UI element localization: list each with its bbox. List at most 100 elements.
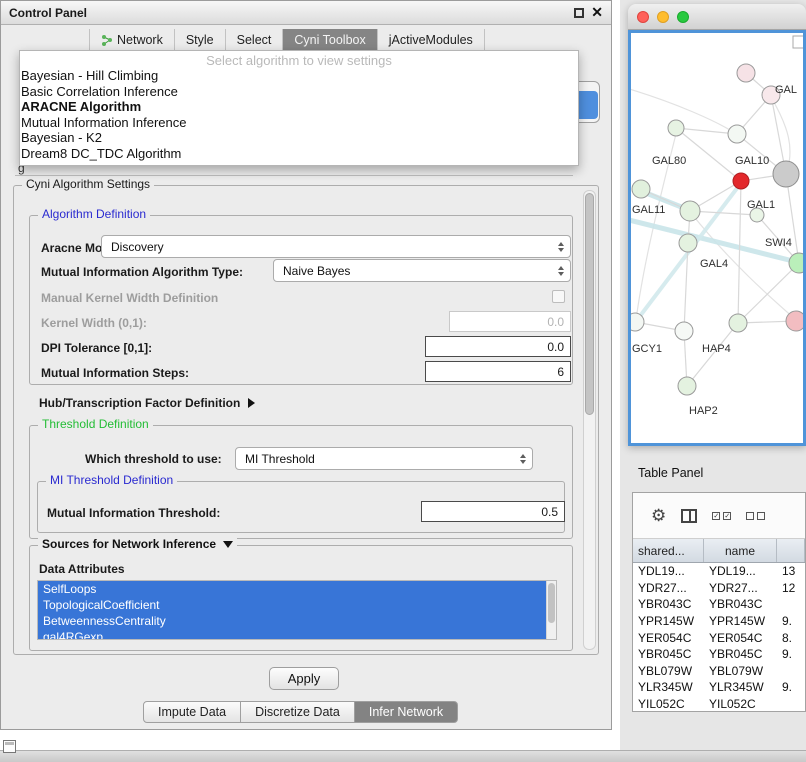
floating-window-icon[interactable] [3,740,16,753]
network-tab-icon [101,34,113,46]
combo-stepper-icon [558,242,564,252]
network-node-label: GAL4 [700,258,728,270]
mi-type-combo[interactable]: Naive Bayes [273,259,571,282]
network-node-label: SWI4 [765,237,792,249]
combo-stepper-icon [558,266,564,276]
network-node[interactable] [786,311,803,331]
algorithm-popup-item[interactable]: Mutual Information Inference [20,115,578,131]
network-node[interactable] [632,180,650,198]
data-attributes-list[interactable]: SelfLoops TopologicalCoefficient Between… [37,580,557,640]
zoom-traffic-light[interactable] [677,11,689,23]
table-row[interactable]: YER054CYER054C8. [633,629,805,646]
which-threshold-label: Which threshold to use: [85,452,222,466]
settings-scrollbar-thumb[interactable] [585,193,594,415]
mi-threshold-value: 0.5 [541,505,558,519]
float-window-icon[interactable] [574,8,584,18]
network-node[interactable] [729,314,747,332]
network-node[interactable] [680,201,700,221]
algorithm-popup-placeholder: Select algorithm to view settings [20,53,578,68]
deselect-all-icon[interactable] [746,512,765,520]
table-body: YDL19...YDL19...13 YDR27...YDR27...12 YB… [633,563,805,712]
table-row[interactable]: YDR27...YDR27...12 [633,580,805,597]
select-all-icon[interactable]: ✓✓ [712,512,731,520]
apply-button[interactable]: Apply [269,667,339,690]
network-node[interactable] [631,313,644,331]
dpi-tolerance-value: 0.0 [547,340,564,354]
table-row[interactable]: YBR043CYBR043C [633,596,805,613]
list-scrollbar[interactable] [546,581,556,639]
network-node[interactable] [773,161,799,187]
table-row[interactable]: YBR045CYBR045C9. [633,646,805,663]
settings-scrollbar[interactable] [583,190,596,650]
manual-kernel-checkbox[interactable] [552,290,565,303]
gear-icon[interactable]: ⚙ [651,507,666,524]
algorithm-dropdown-popup: Select algorithm to view settings Bayesi… [19,50,579,166]
control-panel-window: Control Panel ✕ Network Style Select Cyn… [0,0,612,730]
algorithm-popup-item[interactable]: Basic Correlation Inference [20,84,578,100]
network-node[interactable] [728,125,746,143]
algorithm-popup-item[interactable]: ARACNE Algorithm [20,99,578,115]
mi-threshold-field[interactable]: 0.5 [421,501,565,522]
bottom-tab-infer-network[interactable]: Infer Network [354,701,458,723]
close-traffic-light[interactable] [637,11,649,23]
aracne-mode-combo[interactable]: Discovery [101,235,571,258]
bottom-tab-impute-data[interactable]: Impute Data [143,701,241,723]
network-node[interactable] [679,234,697,252]
collapse-arrow-icon [223,541,233,548]
network-node-label: GAL11 [632,204,665,216]
dpi-tolerance-field[interactable]: 0.0 [425,336,571,357]
algorithm-popup-item[interactable]: Bayesian - Hill Climbing [20,68,578,84]
network-node-label: GCY1 [632,343,662,355]
list-item[interactable]: SelfLoops [38,581,546,597]
tab-label: Style [186,29,214,51]
close-icon[interactable]: ✕ [591,4,603,21]
network-node-label: GAL80 [652,155,686,167]
columns-icon[interactable] [681,509,697,523]
mi-type-label: Mutual Information Algorithm Type: [41,265,243,279]
obscured-groupbox-edge [15,175,573,176]
table-row[interactable]: YLR345WYLR345W9. [633,679,805,696]
cyni-bottom-tabs: Impute Data Discretize Data Infer Networ… [143,701,458,723]
list-item[interactable]: gal4RGexp [38,629,546,640]
list-item[interactable]: TopologicalCoefficient [38,597,546,613]
column-header[interactable]: shared... [633,539,704,562]
kernel-width-label: Kernel Width (0,1): [41,316,147,330]
network-node[interactable] [737,64,755,82]
sources-group-title[interactable]: Sources for Network Inference [38,537,237,551]
aracne-mode-value: Discovery [111,240,164,254]
tab-jactivemodules[interactable]: jActiveModules [378,29,485,51]
network-node[interactable] [668,120,684,136]
mi-threshold-label: Mutual Information Threshold: [47,506,220,520]
column-header[interactable]: name [704,539,777,562]
tab-select[interactable]: Select [226,29,284,51]
mi-steps-field[interactable]: 6 [425,361,571,382]
table-row[interactable]: YIL052CYIL052C [633,696,805,712]
table-row[interactable]: YBL079WYBL079W [633,663,805,680]
control-panel-titlebar[interactable]: Control Panel ✕ [1,1,611,25]
mi-type-value: Naive Bayes [283,264,350,278]
table-row[interactable]: YDL19...YDL19...13 [633,563,805,580]
algorithm-popup-item[interactable]: Dream8 DC_TDC Algorithm [20,146,578,162]
table-row[interactable]: YPR145WYPR145W9. [633,613,805,630]
bottom-tab-discretize-data[interactable]: Discretize Data [240,701,355,723]
column-header[interactable] [777,539,805,562]
network-node[interactable] [675,322,693,340]
list-scrollbar-thumb[interactable] [548,583,555,623]
network-canvas[interactable]: GALGAL80GAL10GAL11GAL1SWI4GAL4GCY1HAP4HA… [628,30,806,446]
network-node[interactable] [733,173,749,189]
threshold-definition-title: Threshold Definition [38,417,153,431]
network-node-label: GAL1 [747,199,775,211]
list-item[interactable]: BetweennessCentrality [38,613,546,629]
network-node[interactable] [678,377,696,395]
algorithm-popup-item[interactable]: Bayesian - K2 [20,130,578,146]
kernel-width-field[interactable]: 0.0 [449,311,571,332]
bottom-status-strip [0,750,806,762]
kernel-width-value: 0.0 [547,315,564,329]
tab-network[interactable]: Network [89,29,175,51]
tab-style[interactable]: Style [175,29,226,51]
which-threshold-combo[interactable]: MI Threshold [235,447,533,470]
minimize-traffic-light[interactable] [657,11,669,23]
network-window-titlebar[interactable] [628,4,806,30]
tab-cyni-toolbox[interactable]: Cyni Toolbox [283,29,377,51]
hub-definition-expander[interactable]: Hub/Transcription Factor Definition [39,396,255,410]
